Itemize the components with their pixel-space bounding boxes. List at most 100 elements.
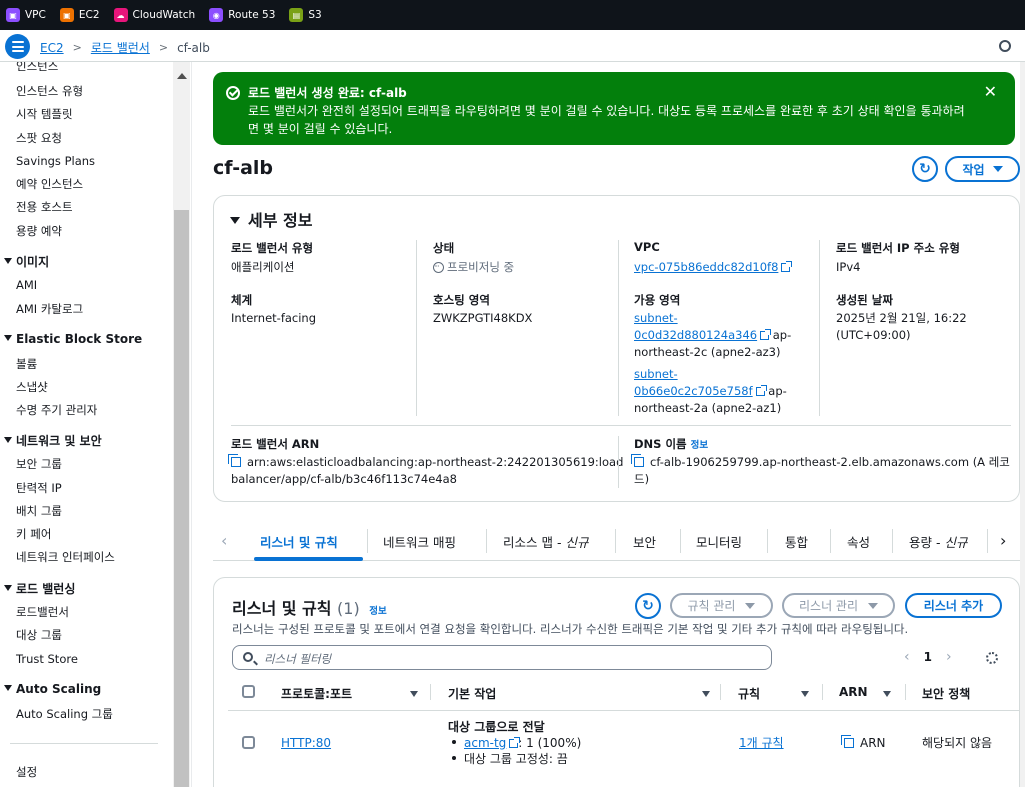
sidebar-item-target-groups[interactable]: 대상 그룹: [16, 627, 62, 643]
sort-caret-icon[interactable]: [410, 691, 418, 697]
page-number[interactable]: 1: [924, 650, 932, 664]
sort-caret-icon[interactable]: [883, 691, 891, 697]
sort-caret-icon[interactable]: [702, 691, 710, 697]
close-icon[interactable]: ✕: [984, 82, 997, 101]
sort-caret-icon[interactable]: [801, 691, 809, 697]
gear-icon[interactable]: [986, 652, 998, 664]
subnet-1-link-line1[interactable]: subnet-: [634, 310, 791, 327]
column-divider: [416, 240, 417, 416]
listener-protocol-link[interactable]: HTTP:80: [281, 735, 331, 751]
sidebar-item-ami[interactable]: AMI: [16, 278, 37, 292]
tab-attributes[interactable]: 속성: [847, 532, 870, 551]
sidebar-item-network-interfaces[interactable]: 네트워크 인터페이스: [16, 549, 115, 565]
sidebar-item-lifecycle-manager[interactable]: 수명 주기 관리자: [16, 402, 97, 418]
tab-separator: [830, 529, 831, 553]
sidebar-item-placement-groups[interactable]: 배치 그룹: [16, 503, 62, 519]
listener-filter-input[interactable]: 리스너 필터링: [232, 645, 772, 670]
sidebar-item-trust-store[interactable]: Trust Store: [16, 652, 78, 666]
menu-icon[interactable]: [5, 34, 30, 59]
sidebar-item-instances[interactable]: 인스턴스: [16, 62, 58, 74]
scroll-up-icon[interactable]: [177, 73, 187, 79]
sidebar-item-settings[interactable]: 설정: [16, 764, 37, 780]
row-checkbox[interactable]: [242, 736, 255, 749]
sidebar-item-launch-templates[interactable]: 시작 템플릿: [16, 106, 73, 122]
manage-rules-button[interactable]: 규칙 관리: [670, 593, 773, 618]
sidebar-nav: 인스턴스 인스턴스 유형 시작 템플릿 스팟 요청 Savings Plans …: [0, 62, 192, 787]
sidebar-item-snapshots[interactable]: 스냅샷: [16, 379, 48, 395]
actions-button[interactable]: 작업: [945, 156, 1020, 182]
vpc-link[interactable]: vpc-075b86eddc82d10f8: [634, 260, 778, 274]
dns-info-link[interactable]: 정보: [691, 440, 708, 451]
ec2-icon: ▣: [59, 8, 74, 22]
breadcrumb-load-balancers[interactable]: 로드 밸런서: [91, 39, 150, 56]
manage-listener-button[interactable]: 리스너 관리: [782, 593, 895, 618]
details-title[interactable]: 세부 정보: [230, 207, 312, 231]
column-rules[interactable]: 규칙: [738, 685, 760, 702]
tab-integrations[interactable]: 통합: [785, 532, 808, 551]
tab-separator: [367, 529, 368, 553]
column-protocol-port[interactable]: 프로토콜:포트: [281, 685, 352, 702]
hosted-zone-value: ZWKZPGTI48KDX: [433, 311, 533, 325]
sidebar-item-security-groups[interactable]: 보안 그룹: [16, 456, 62, 472]
rules-link[interactable]: 1개 규칙: [739, 735, 784, 751]
listeners-refresh-button[interactable]: ↻: [635, 593, 661, 619]
sidebar-item-ami-catalog[interactable]: AMI 카탈로그: [16, 301, 83, 317]
tab-network-mapping[interactable]: 네트워크 매핑: [383, 532, 456, 551]
shortcut-route53[interactable]: ◉ Route 53: [209, 0, 275, 30]
sidebar-item-instance-types[interactable]: 인스턴스 유형: [16, 83, 83, 99]
shortcut-s3[interactable]: ▤ S3: [289, 0, 322, 30]
sidebar-section-images[interactable]: 이미지: [4, 253, 49, 270]
shortcut-ec2[interactable]: ▣ EC2: [59, 0, 100, 30]
subnet-2-link-line1[interactable]: subnet-: [634, 366, 787, 383]
chevron-left-icon[interactable]: ‹: [221, 531, 227, 550]
shortcut-cloudwatch[interactable]: ☁ CloudWatch: [113, 0, 195, 30]
sidebar-item-key-pairs[interactable]: 키 페어: [16, 526, 51, 542]
listeners-info-link[interactable]: 정보: [369, 606, 386, 617]
add-listener-button[interactable]: 리스너 추가: [905, 593, 1002, 618]
chevron-right-icon[interactable]: ›: [946, 649, 952, 665]
sidebar-item-savings-plans[interactable]: Savings Plans: [16, 154, 95, 168]
sidebar-item-capacity-reservations[interactable]: 용량 예약: [16, 223, 62, 239]
breadcrumb-ec2[interactable]: EC2: [40, 41, 64, 55]
main-scrollbar[interactable]: [1020, 62, 1025, 787]
subnet-2-link[interactable]: 0b66e0c2c705e758f: [634, 384, 753, 398]
select-all-checkbox[interactable]: [242, 685, 255, 698]
sidebar-scroll-thumb[interactable]: [174, 210, 189, 787]
row-divider: [231, 425, 1011, 426]
chevron-left-icon[interactable]: ‹: [904, 649, 910, 665]
sidebar-section-ebs[interactable]: Elastic Block Store: [4, 332, 142, 346]
flash-title: 로드 밸런서 생성 완료: cf-alb: [248, 86, 407, 100]
column-arn[interactable]: ARN: [839, 685, 868, 699]
tab-capacity[interactable]: 용량 - 신규: [909, 532, 967, 551]
copy-icon[interactable]: [228, 454, 241, 467]
sidebar-section-auto-scaling[interactable]: Auto Scaling: [4, 682, 101, 696]
sidebar-item-load-balancers[interactable]: 로드밸런서: [16, 604, 69, 620]
sidebar-item-reserved-instances[interactable]: 예약 인스턴스: [16, 176, 83, 192]
sidebar-item-auto-scaling-groups[interactable]: Auto Scaling 그룹: [16, 706, 113, 722]
sidebar-section-network-security[interactable]: 네트워크 및 보안: [4, 432, 102, 449]
shortcut-vpc[interactable]: ▣ VPC: [6, 0, 46, 30]
tab-security[interactable]: 보안: [633, 532, 656, 551]
column-security-policy[interactable]: 보안 정책: [922, 685, 970, 702]
arn-copy[interactable]: ARN: [841, 735, 886, 751]
sidebar-item-volumes[interactable]: 볼륨: [16, 356, 37, 372]
chevron-right-icon[interactable]: ›: [1000, 531, 1006, 550]
sidebar-section-load-balancing[interactable]: 로드 밸런싱: [4, 580, 75, 597]
preferences-icon[interactable]: [999, 40, 1011, 52]
listeners-panel: 리스너 및 규칙 (1) 정보 리스너는 구성된 프로토콜 및 포트에서 연결 …: [213, 577, 1021, 787]
subnet-1-link[interactable]: 0c0d32d880124a346: [634, 328, 757, 342]
refresh-icon: ↻: [919, 161, 931, 177]
tab-separator: [615, 529, 616, 553]
column-default-action[interactable]: 기본 작업: [448, 685, 496, 702]
refresh-button[interactable]: ↻: [912, 156, 938, 182]
sidebar-item-elastic-ips[interactable]: 탄력적 IP: [16, 480, 62, 496]
tab-monitoring[interactable]: 모니터링: [696, 532, 742, 551]
sidebar-item-dedicated-hosts[interactable]: 전용 호스트: [16, 199, 73, 215]
sidebar-item-spot-requests[interactable]: 스팟 요청: [16, 130, 62, 146]
breadcrumb: EC2 > 로드 밸런서 > cf-alb: [40, 39, 210, 56]
target-group-link[interactable]: acm-tg: [464, 736, 506, 750]
tab-listeners-rules[interactable]: 리스너 및 규칙: [260, 532, 338, 551]
copy-icon[interactable]: [631, 454, 644, 467]
tab-resource-map[interactable]: 리소스 맵 - 신규: [503, 532, 588, 551]
az-subnet-1: subnet- 0c0d32d880124a346 ap- northeast-…: [634, 310, 792, 359]
